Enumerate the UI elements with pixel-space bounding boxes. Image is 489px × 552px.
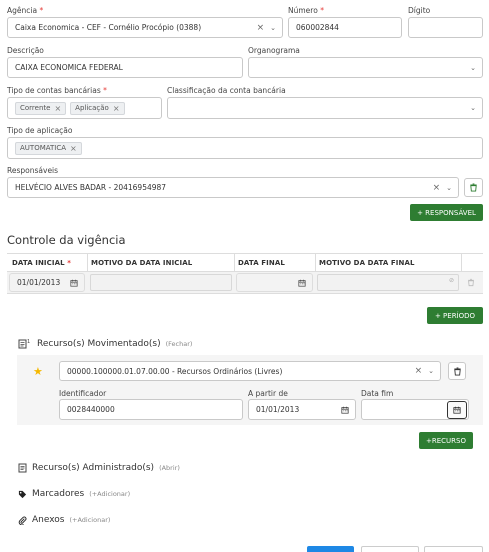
a-partir-value: 01/01/2013: [256, 405, 300, 414]
chevron-down-icon[interactable]: ⌄: [470, 64, 476, 72]
marcadores-header: Marcadores (+Adicionar): [18, 489, 130, 499]
remove-tag-icon[interactable]: ×: [54, 104, 61, 113]
paperclip-icon: [18, 516, 27, 525]
clear-icon[interactable]: ⊘: [449, 277, 454, 284]
responsavel-value: HELVÉCIO ALVES BADAR - 20416954987: [15, 183, 167, 192]
clear-icon[interactable]: ×: [257, 23, 265, 33]
chevron-down-icon[interactable]: ⌄: [446, 184, 452, 192]
chevron-down-icon[interactable]: ⌄: [428, 367, 434, 375]
document-icon: [18, 463, 27, 473]
classificacao-label: Classificação da conta bancária: [167, 86, 286, 95]
data-fim-calendar-button[interactable]: [447, 401, 467, 419]
descricao-input[interactable]: CAIXA ECONOMICA FEDERAL: [7, 57, 243, 78]
organograma-label: Organograma: [248, 46, 300, 55]
add-recurso-button[interactable]: +RECURSO: [419, 432, 473, 449]
recursos-adm-header: Recurso(s) Administrado(s) (Abrir): [18, 463, 180, 473]
agencia-label: Agência *: [7, 6, 44, 15]
calendar-icon[interactable]: [341, 406, 349, 414]
responsaveis-label: Responsáveis: [7, 166, 59, 175]
col-data-final: DATA FINAL: [238, 259, 285, 267]
col-data-inicial: DATA INICIAL *: [12, 259, 71, 267]
clear-icon[interactable]: ×: [415, 366, 423, 376]
agencia-select[interactable]: Caixa Economica - CEF - Cornélio Procópi…: [7, 17, 283, 38]
delete-responsavel-button[interactable]: [464, 178, 483, 197]
recurso-value: 00000.100000.01.07.00.00 - Recursos Ordi…: [67, 366, 283, 376]
table-bottom-border: [7, 293, 483, 294]
recursos-mov-toggle[interactable]: (Fechar): [166, 340, 193, 348]
data-inicial-value: 01/01/2013: [17, 278, 61, 287]
organograma-select[interactable]: ⌄: [248, 57, 483, 78]
digito-label: Dígito: [408, 6, 431, 15]
numero-label: Número *: [288, 6, 324, 15]
calendar-icon[interactable]: [70, 279, 78, 287]
trash-icon: [468, 278, 474, 287]
marcadores-toggle[interactable]: (+Adicionar): [89, 490, 130, 498]
recursos-mov-title: Recurso(s) Movimentado(s): [37, 338, 161, 349]
calendar-icon: [453, 406, 461, 414]
tipo-aplicacao-multiselect[interactable]: AUTOMATICA ×: [7, 137, 483, 159]
tag-aplicacao: Aplicação ×: [70, 101, 125, 115]
col-motivo-inicial: MOTIVO DA DATA INICIAL: [91, 259, 193, 267]
cancel-button[interactable]: [424, 546, 483, 552]
star-icon[interactable]: ★: [33, 366, 43, 377]
tag-automatica: AUTOMATICA ×: [15, 141, 82, 155]
document-list-icon: 1: [18, 339, 30, 349]
tipo-aplicacao-label: Tipo de aplicação: [7, 126, 73, 135]
secondary-button[interactable]: [361, 546, 419, 552]
data-fim-label: Data fim: [361, 389, 394, 398]
motivo-final-textarea[interactable]: ⊘: [317, 274, 459, 291]
tag-icon: [18, 490, 27, 498]
numero-input[interactable]: 060002844: [288, 17, 402, 38]
anexos-title: Anexos: [32, 515, 65, 525]
anexos-toggle[interactable]: (+Adicionar): [69, 516, 110, 524]
col-motivo-final: MOTIVO DA DATA FINAL: [319, 259, 415, 267]
motivo-inicial-textarea[interactable]: [90, 274, 232, 291]
agencia-value: Caixa Economica - CEF - Cornélio Procópi…: [15, 23, 202, 32]
delete-periodo-button[interactable]: [467, 278, 475, 287]
anexos-header: Anexos (+Adicionar): [18, 515, 110, 525]
responsavel-select[interactable]: HELVÉCIO ALVES BADAR - 20416954987 × ⌄: [7, 177, 459, 198]
tag-corrente: Corrente ×: [15, 101, 67, 115]
recursos-adm-toggle[interactable]: (Abrir): [159, 464, 180, 472]
recursos-mov-header: 1 Recurso(s) Movimentado(s) (Fechar): [18, 338, 192, 349]
remove-tag-icon[interactable]: ×: [113, 104, 120, 113]
identificador-label: Identificador: [59, 389, 107, 398]
data-inicial-input[interactable]: 01/01/2013: [9, 273, 85, 292]
identificador-input[interactable]: 0028440000: [59, 399, 243, 420]
numero-value: 060002844: [296, 23, 339, 32]
digito-input[interactable]: [408, 17, 483, 38]
tipo-contas-multiselect[interactable]: Corrente × Aplicação ×: [7, 97, 162, 119]
calendar-icon[interactable]: [298, 279, 306, 287]
data-final-input[interactable]: [236, 273, 313, 292]
trash-icon: [453, 366, 461, 376]
save-button[interactable]: [307, 546, 354, 552]
add-periodo-button[interactable]: + PERÍODO: [427, 307, 483, 324]
classificacao-select[interactable]: ⌄: [167, 97, 483, 119]
delete-recurso-button[interactable]: [448, 362, 466, 380]
identificador-value: 0028440000: [67, 405, 115, 414]
chevron-down-icon[interactable]: ⌄: [470, 104, 476, 112]
table-top-border: [7, 253, 483, 254]
a-partir-input[interactable]: 01/01/2013: [248, 399, 356, 420]
descricao-value: CAIXA ECONOMICA FEDERAL: [15, 63, 123, 72]
tipo-contas-label: Tipo de contas bancárias *: [7, 86, 107, 95]
clear-icon[interactable]: ×: [433, 183, 441, 193]
trash-icon: [470, 183, 477, 192]
vigencia-title: Controle da vigência: [7, 233, 126, 247]
descricao-label: Descrição: [7, 46, 44, 55]
marcadores-title: Marcadores: [32, 489, 85, 499]
remove-tag-icon[interactable]: ×: [70, 144, 77, 153]
svg-text:1: 1: [27, 339, 30, 345]
recursos-adm-title: Recurso(s) Administrado(s): [32, 463, 155, 473]
a-partir-label: A partir de: [248, 389, 288, 398]
chevron-down-icon[interactable]: ⌄: [270, 24, 276, 32]
recurso-select[interactable]: 00000.100000.01.07.00.00 - Recursos Ordi…: [59, 361, 441, 381]
add-responsavel-button[interactable]: + RESPONSÁVEL: [410, 204, 483, 221]
